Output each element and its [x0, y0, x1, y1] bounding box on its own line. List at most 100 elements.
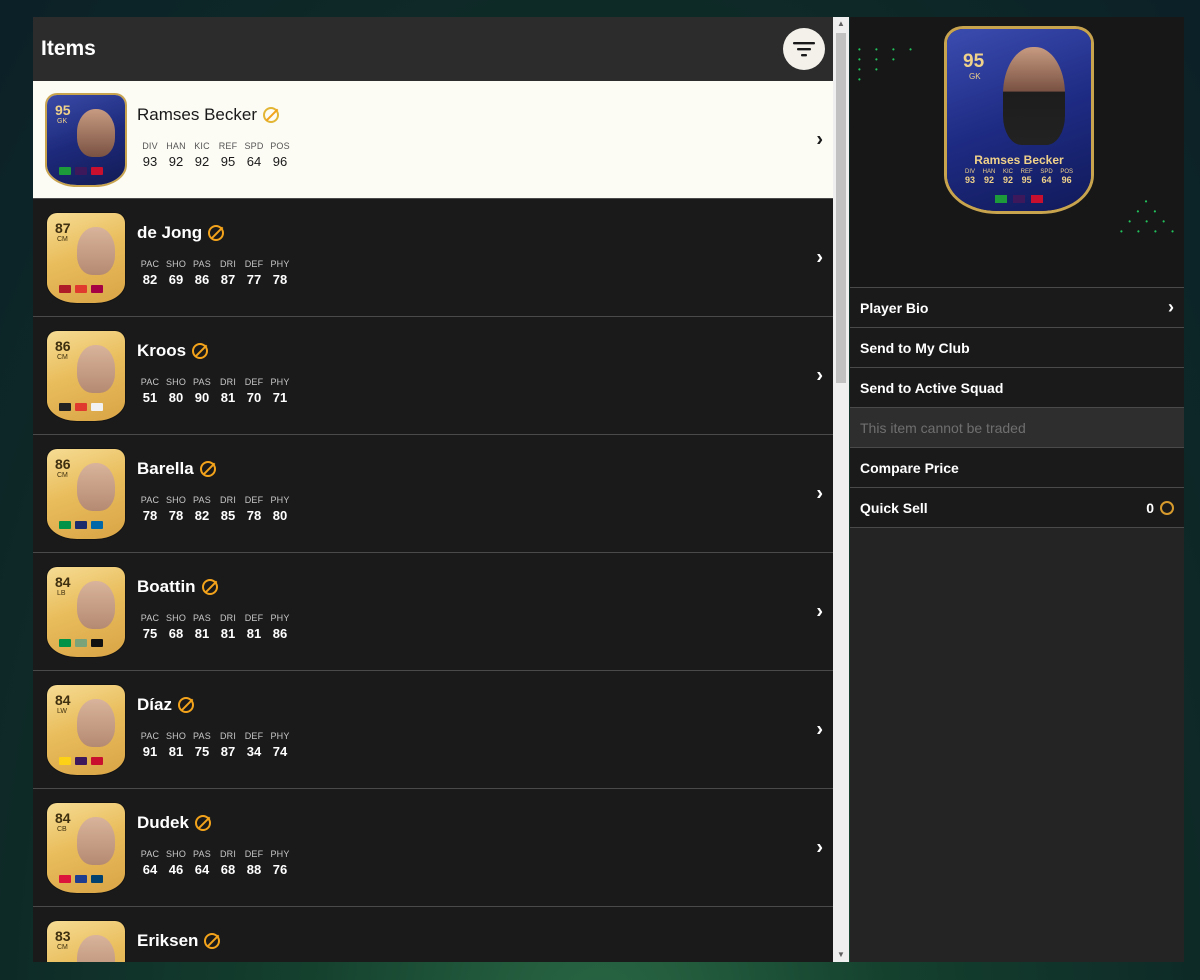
- stat-cell: DRI 85: [215, 495, 241, 523]
- stat-value: 68: [220, 862, 236, 877]
- stat-label: PHY: [270, 259, 290, 269]
- card-rating: 83: [55, 928, 71, 944]
- stat-value: 70: [246, 390, 262, 405]
- card-rating: 87: [55, 220, 71, 236]
- scrollbar-thumb[interactable]: [836, 33, 846, 383]
- badge-icon: [91, 167, 103, 175]
- stat-cell: SHO 68: [163, 613, 189, 641]
- badge-icon: [59, 521, 71, 529]
- stat-cell: PHY 74: [267, 731, 293, 759]
- stat-value: 74: [272, 744, 288, 759]
- stat-value: 81: [220, 390, 236, 405]
- player-photo: [77, 227, 115, 275]
- player-card-thumb: 87 CM: [47, 213, 125, 303]
- player-row[interactable]: 95 GK Ramses Becker DIV 93 HAN 92 KIC 92…: [33, 81, 833, 199]
- player-row[interactable]: 83 CM Eriksen PAC SHO PAS DRI DEF P: [33, 907, 833, 962]
- untradeable-icon: [177, 697, 194, 713]
- stat-label: DRI: [219, 731, 237, 741]
- stat-cell: SHO 78: [163, 495, 189, 523]
- stat-label: KIC: [194, 141, 210, 151]
- stat-value: 78: [246, 508, 262, 523]
- badge-icon: [75, 757, 87, 765]
- stat-cell: PAS 64: [189, 849, 215, 877]
- stat-label: DRI: [219, 259, 237, 269]
- player-row[interactable]: 87 CM de Jong PAC 82 SHO 69 PAS 86 DRI 8…: [33, 199, 833, 317]
- player-row[interactable]: 84 CB Dudek PAC 64 SHO 46 PAS 64 DRI 68 …: [33, 789, 833, 907]
- cannot-trade-notice: This item cannot be traded: [850, 408, 1184, 448]
- player-bio-button[interactable]: Player Bio ›: [850, 288, 1184, 328]
- player-name: Ramses Becker: [137, 105, 257, 124]
- stat-cell: DEF 77: [241, 259, 267, 287]
- card-rating: 84: [55, 692, 71, 708]
- detail-panel: • • • • • • • • • • • • • • • • • • • • 95 G…: [850, 17, 1184, 962]
- card-badges: [59, 639, 103, 647]
- stat-label: PAS: [193, 731, 211, 741]
- stat-label: DEF: [244, 495, 264, 505]
- stat-cell: REF 95: [215, 141, 241, 169]
- stat-label: PAS: [193, 849, 211, 859]
- card-stat: HAN 92: [983, 169, 996, 185]
- player-list: 95 GK Ramses Becker DIV 93 HAN 92 KIC 92…: [33, 81, 833, 962]
- compare-price-button[interactable]: Compare Price: [850, 448, 1184, 488]
- stat-value: 75: [142, 626, 158, 641]
- badge-icon: [59, 757, 71, 765]
- stat-value: 80: [168, 390, 184, 405]
- decor-dots: • • • • • • • • • •: [858, 45, 918, 84]
- untradeable-icon: [208, 225, 225, 241]
- stat-cell: DIV 93: [137, 141, 163, 169]
- stat-label: POS: [270, 141, 290, 151]
- stat-label: DRI: [219, 377, 237, 387]
- stat-value: 82: [142, 272, 158, 287]
- card-position: GK: [969, 72, 981, 81]
- badge-icon: [91, 639, 103, 647]
- player-card-thumb: 86 CM: [47, 449, 125, 539]
- send-to-club-label: Send to My Club: [860, 339, 970, 356]
- stat-cell: PAC 64: [137, 849, 163, 877]
- stat-value: 81: [168, 744, 184, 759]
- card-badges: [59, 285, 103, 293]
- player-row[interactable]: 86 CM Kroos PAC 51 SHO 80 PAS 90 DRI 81 …: [33, 317, 833, 435]
- stat-cell: SHO 46: [163, 849, 189, 877]
- player-name-group: Barella: [137, 459, 216, 479]
- filter-button[interactable]: [783, 28, 825, 70]
- badge-icon: [75, 403, 87, 411]
- card-rating: 84: [55, 574, 71, 590]
- stat-label: PAS: [193, 259, 211, 269]
- player-name-group: Eriksen: [137, 931, 221, 951]
- stat-label: PAS: [193, 613, 211, 623]
- send-to-club-button[interactable]: Send to My Club: [850, 328, 1184, 368]
- player-row[interactable]: 84 LB Boattin PAC 75 SHO 68 PAS 81 DRI 8…: [33, 553, 833, 671]
- compare-price-label: Compare Price: [860, 459, 959, 476]
- coin-icon: [1160, 500, 1174, 515]
- chevron-right-icon: ›: [816, 600, 823, 622]
- player-row[interactable]: 86 CM Barella PAC 78 SHO 78 PAS 82 DRI 8…: [33, 435, 833, 553]
- player-row[interactable]: 84 LW Díaz PAC 91 SHO 81 PAS 75 DRI 87 D…: [33, 671, 833, 789]
- card-stat-value: 92: [984, 175, 995, 185]
- player-card-thumb: 95 GK: [47, 95, 125, 185]
- send-to-squad-button[interactable]: Send to Active Squad: [850, 368, 1184, 408]
- stat-value: 87: [220, 272, 236, 287]
- items-header: Items: [33, 17, 833, 81]
- badge-icon: [59, 403, 71, 411]
- player-photo: [77, 463, 115, 511]
- untradeable-icon: [262, 107, 279, 123]
- stat-label: SHO: [165, 259, 187, 269]
- card-rating: 95: [55, 102, 71, 118]
- player-stats: PAC 82 SHO 69 PAS 86 DRI 87 DEF 77 PHY 7…: [137, 259, 293, 287]
- player-name: Dudek: [137, 813, 189, 832]
- badge-icon: [91, 521, 103, 529]
- player-name: de Jong: [137, 223, 203, 242]
- card-badges: [59, 757, 103, 765]
- stat-cell: DEF 34: [241, 731, 267, 759]
- stat-label: PHY: [270, 849, 290, 859]
- stat-value: 81: [194, 626, 210, 641]
- scroll-up-arrow[interactable]: ▲: [833, 17, 849, 31]
- scroll-down-arrow[interactable]: ▼: [833, 948, 849, 962]
- stat-value: 86: [272, 626, 288, 641]
- player-name: Boattin: [137, 577, 196, 596]
- badge-icon: [75, 167, 87, 175]
- stat-label: PAC: [140, 849, 160, 859]
- quick-sell-button[interactable]: Quick Sell 0: [850, 488, 1184, 528]
- stat-cell: PHY 71: [267, 377, 293, 405]
- list-scrollbar[interactable]: ▲ ▼: [833, 17, 849, 962]
